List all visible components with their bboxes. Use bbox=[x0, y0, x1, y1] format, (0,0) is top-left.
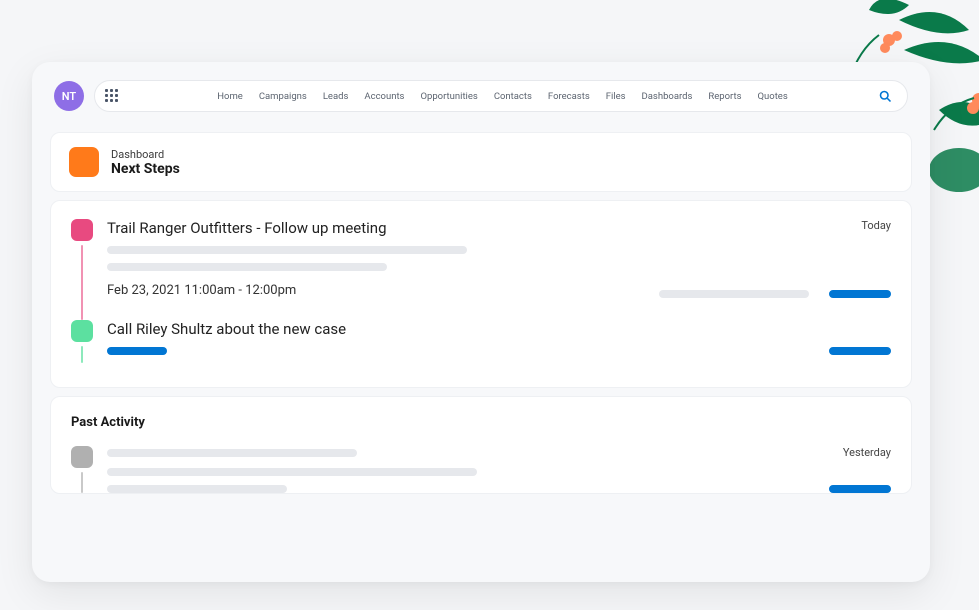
timeline-item: Trail Ranger Outfitters - Follow up meet… bbox=[71, 219, 891, 320]
nav-leads[interactable]: Leads bbox=[323, 91, 349, 102]
global-nav-bar: Home Campaigns Leads Accounts Opportunit… bbox=[94, 80, 908, 112]
timeline-item-time: Feb 23, 2021 11:00am - 12:00pm bbox=[107, 283, 659, 298]
timeline-item-title[interactable]: Trail Ranger Outfitters - Follow up meet… bbox=[107, 219, 387, 237]
search-icon[interactable] bbox=[878, 89, 893, 104]
timeline-line bbox=[81, 346, 83, 363]
dashboard-icon bbox=[69, 147, 99, 177]
action-link[interactable] bbox=[829, 485, 891, 493]
nav-reports[interactable]: Reports bbox=[708, 91, 741, 102]
timeline-date-label: Today bbox=[861, 219, 891, 232]
app-launcher-icon[interactable] bbox=[105, 89, 119, 103]
nav-forecasts[interactable]: Forecasts bbox=[548, 91, 590, 102]
header-kicker: Dashboard bbox=[111, 148, 180, 161]
timeline-item-title[interactable]: Call Riley Shultz about the new case bbox=[107, 320, 346, 338]
nav-dashboards[interactable]: Dashboards bbox=[642, 91, 693, 102]
nav-quotes[interactable]: Quotes bbox=[758, 91, 788, 102]
top-bar: NT Home Campaigns Leads Accounts Opportu… bbox=[32, 62, 930, 124]
action-link[interactable] bbox=[829, 290, 891, 298]
timeline-line bbox=[81, 472, 83, 493]
timeline-item: Yesterday bbox=[71, 446, 891, 493]
timeline-date-label: Yesterday bbox=[843, 446, 891, 459]
nav-accounts[interactable]: Accounts bbox=[364, 91, 404, 102]
action-link[interactable] bbox=[829, 347, 891, 355]
event-marker-icon bbox=[71, 219, 93, 241]
action-link[interactable] bbox=[107, 347, 167, 355]
past-activity-card: Past Activity Yesterday bbox=[50, 396, 912, 494]
timeline-line bbox=[81, 245, 83, 320]
nav-links: Home Campaigns Leads Accounts Opportunit… bbox=[127, 91, 878, 102]
skeleton-line bbox=[107, 246, 467, 254]
nav-contacts[interactable]: Contacts bbox=[494, 91, 532, 102]
section-heading: Past Activity bbox=[71, 415, 891, 430]
dashboard-header-card: Dashboard Next Steps bbox=[50, 132, 912, 192]
skeleton-line bbox=[107, 263, 387, 271]
skeleton-line bbox=[107, 468, 477, 476]
next-steps-card: Trail Ranger Outfitters - Follow up meet… bbox=[50, 200, 912, 388]
past-marker-icon bbox=[71, 446, 93, 468]
nav-campaigns[interactable]: Campaigns bbox=[259, 91, 307, 102]
avatar[interactable]: NT bbox=[54, 81, 84, 111]
task-marker-icon bbox=[71, 320, 93, 342]
skeleton-line bbox=[107, 449, 357, 457]
nav-home[interactable]: Home bbox=[217, 91, 243, 102]
page-title: Next Steps bbox=[111, 161, 180, 177]
skeleton-line bbox=[107, 485, 287, 493]
timeline-item: Call Riley Shultz about the new case bbox=[71, 320, 891, 363]
app-window: NT Home Campaigns Leads Accounts Opportu… bbox=[32, 62, 930, 582]
nav-opportunities[interactable]: Opportunities bbox=[420, 91, 477, 102]
skeleton-line bbox=[659, 290, 809, 298]
nav-files[interactable]: Files bbox=[606, 91, 626, 102]
